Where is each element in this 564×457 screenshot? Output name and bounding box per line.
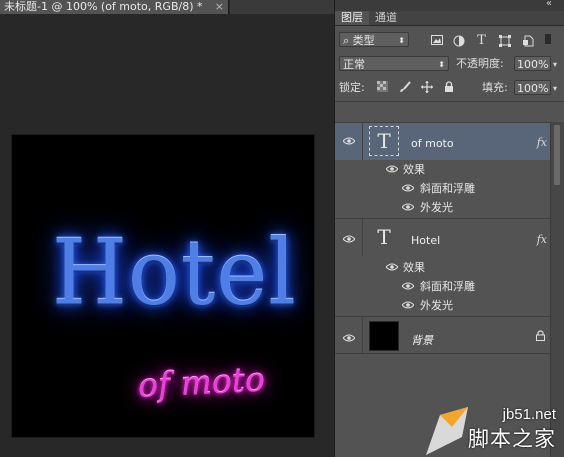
- layer-name[interactable]: Hotel: [411, 234, 440, 247]
- visibility-eye-icon[interactable]: [385, 258, 399, 277]
- lock-brush-icon[interactable]: [398, 81, 411, 94]
- layers-scrollbar[interactable]: [550, 122, 564, 457]
- effects-label: 效果: [403, 261, 425, 274]
- adjustment-filter-icon[interactable]: [452, 35, 465, 48]
- close-icon[interactable]: ×: [215, 0, 224, 14]
- lock-icon: [536, 330, 545, 344]
- effect-label: 外发光: [420, 201, 453, 214]
- shape-filter-icon[interactable]: [498, 35, 511, 48]
- updown-icon: ⬍: [438, 60, 445, 69]
- layer-row-hotel[interactable]: T Hotel fx: [335, 218, 551, 256]
- effect-label: 外发光: [420, 299, 453, 312]
- layer-name[interactable]: of moto: [411, 137, 454, 150]
- effects-header[interactable]: 效果: [335, 160, 551, 179]
- collapse-icon[interactable]: «: [546, 0, 552, 9]
- dropdown-arrow-icon[interactable]: ▾: [553, 60, 557, 69]
- fx-icon[interactable]: fx: [537, 136, 547, 149]
- fill-label: 填充:: [482, 81, 508, 94]
- dropdown-arrow-icon[interactable]: ▾: [553, 84, 557, 93]
- panel-tabs: 图层 通道: [335, 11, 564, 26]
- opacity-value: 100%: [517, 58, 549, 71]
- lock-label: 锁定:: [339, 81, 365, 94]
- effect-item[interactable]: 外发光: [335, 296, 551, 315]
- smart-object-filter-icon[interactable]: [521, 35, 534, 48]
- filter-toggle[interactable]: [545, 34, 551, 44]
- search-icon: ⌕: [343, 34, 350, 47]
- visibility-eye-icon[interactable]: [385, 160, 399, 179]
- visibility-eye-icon[interactable]: [401, 296, 415, 315]
- text-layer-thumbnail: T: [369, 126, 399, 156]
- blend-mode-value: 正常: [343, 58, 365, 71]
- visibility-eye-icon[interactable]: [401, 277, 415, 296]
- canvas[interactable]: Hotel of moto: [12, 135, 314, 437]
- scroll-thumb[interactable]: [554, 125, 560, 185]
- filter-kind-label: 类型: [352, 34, 375, 47]
- eye-column-divider: [362, 219, 363, 256]
- filter-row: ⌕ 类型 ⬍ T: [335, 26, 564, 52]
- effect-label: 斜面和浮雕: [420, 182, 475, 195]
- type-filter-icon[interactable]: T: [475, 34, 488, 47]
- opacity-label: 不透明度:: [456, 57, 504, 70]
- document-area: 未标题-1 @ 100% (of moto, RGB/8) * × Hotel …: [0, 0, 334, 457]
- blend-row: 正常 ⬍ 不透明度: 100% ▾: [335, 52, 564, 76]
- eye-column-divider: [362, 123, 363, 160]
- effects-label: 效果: [403, 163, 425, 176]
- lock-transparency-icon[interactable]: [376, 81, 389, 94]
- fill-value: 100%: [517, 82, 549, 95]
- document-tab[interactable]: 未标题-1 @ 100% (of moto, RGB/8) * ×: [0, 0, 229, 14]
- visibility-eye-icon[interactable]: [342, 233, 356, 246]
- effects-header[interactable]: 效果: [335, 258, 551, 277]
- lock-row: 锁定: 填充: 100% ▾: [335, 76, 564, 102]
- effect-label: 斜面和浮雕: [420, 280, 475, 293]
- effect-item[interactable]: 斜面和浮雕: [335, 277, 551, 296]
- updown-icon: ⬍: [398, 36, 405, 45]
- visibility-eye-icon[interactable]: [342, 332, 356, 345]
- layer-name[interactable]: 背景: [411, 332, 433, 348]
- filter-kind-select[interactable]: ⌕ 类型 ⬍: [339, 32, 409, 47]
- image-filter-icon[interactable]: [430, 35, 443, 48]
- fx-icon[interactable]: fx: [537, 233, 547, 246]
- canvas-sub-text: of moto: [137, 359, 266, 406]
- canvas-main-text: Hotel: [52, 220, 297, 326]
- layer-row-background[interactable]: 背景: [335, 316, 551, 354]
- fill-input[interactable]: 100%: [514, 80, 551, 95]
- layers-panel: « 图层 通道 ⌕ 类型 ⬍ T 正常 ⬍ 不透明度: 100% ▾ 锁定: 填…: [334, 0, 564, 457]
- background-layer-thumbnail: [369, 321, 399, 351]
- text-layer-thumbnail: T: [377, 225, 391, 249]
- layers-list: T of moto fx 效果 斜面和浮雕 外发光 T Hotel fx 效果 …: [335, 122, 564, 457]
- layer-row-of-moto[interactable]: T of moto fx: [335, 122, 551, 160]
- visibility-eye-icon[interactable]: [401, 198, 415, 217]
- tab-strip: [230, 0, 334, 14]
- lock-position-icon[interactable]: [420, 81, 433, 94]
- panel-header: «: [335, 0, 564, 11]
- effect-item[interactable]: 斜面和浮雕: [335, 179, 551, 198]
- document-tab-title: 未标题-1 @ 100% (of moto, RGB/8) *: [4, 0, 203, 13]
- tab-channels[interactable]: 通道: [369, 11, 403, 25]
- lock-all-icon[interactable]: [442, 81, 455, 94]
- eye-column-divider: [362, 317, 363, 353]
- tab-layers[interactable]: 图层: [335, 11, 369, 25]
- visibility-eye-icon[interactable]: [342, 135, 356, 148]
- effect-item[interactable]: 外发光: [335, 198, 551, 217]
- visibility-eye-icon[interactable]: [401, 179, 415, 198]
- blend-mode-select[interactable]: 正常 ⬍: [339, 56, 449, 71]
- opacity-input[interactable]: 100%: [514, 56, 551, 71]
